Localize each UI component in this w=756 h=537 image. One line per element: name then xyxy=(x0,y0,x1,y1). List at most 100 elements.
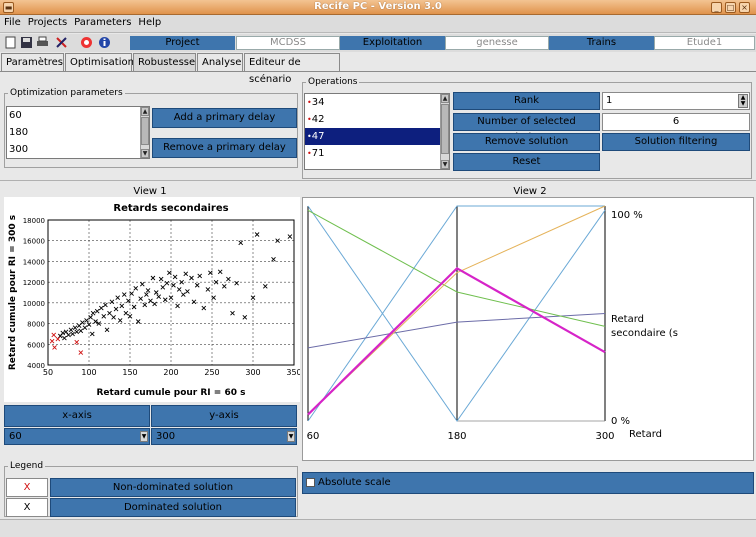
list-item[interactable]: 180 xyxy=(7,124,149,141)
non-dominated-point[interactable] xyxy=(74,339,80,345)
dominated-point[interactable] xyxy=(90,310,96,316)
dominated-point[interactable] xyxy=(115,295,121,300)
tab-robustesse[interactable]: Robustesse xyxy=(133,53,196,71)
exploitation-field[interactable]: genesse xyxy=(445,36,549,50)
print-icon[interactable] xyxy=(36,36,49,49)
dominated-point[interactable] xyxy=(144,292,149,297)
remove-solution-button[interactable]: Remove solution xyxy=(453,133,600,151)
dominated-point[interactable] xyxy=(138,296,143,302)
tab-parametres[interactable]: Paramètres xyxy=(1,53,64,71)
dominated-point[interactable] xyxy=(226,276,231,282)
dominated-point[interactable] xyxy=(217,269,223,275)
tab-editeur-scenario[interactable]: Editeur de scénario xyxy=(244,53,340,85)
absolute-scale-bar[interactable]: Absolute scale xyxy=(302,472,754,494)
dominated-point[interactable] xyxy=(230,310,235,316)
dominated-point[interactable] xyxy=(72,325,78,331)
dominated-point[interactable] xyxy=(86,322,92,327)
dominated-point[interactable] xyxy=(109,299,115,305)
operation-item[interactable]: •42 xyxy=(305,111,449,128)
parallel-coordinates-plot[interactable]: 60 180 300 100 % 0 % Retard secondaire (s Retar… xyxy=(303,198,753,460)
dominated-point[interactable] xyxy=(160,285,166,290)
dominated-point[interactable] xyxy=(133,286,139,291)
dominated-point[interactable] xyxy=(221,283,227,289)
dominated-point[interactable] xyxy=(152,301,157,307)
dominated-point[interactable] xyxy=(176,287,182,292)
menu-projects[interactable]: Projects xyxy=(24,15,70,28)
dominated-point[interactable] xyxy=(183,271,189,277)
dominated-point[interactable] xyxy=(201,305,207,311)
dominated-point[interactable] xyxy=(111,315,116,320)
dominated-point[interactable] xyxy=(103,302,108,308)
dominated-point[interactable] xyxy=(139,281,145,287)
dominated-point[interactable] xyxy=(175,303,180,309)
scatter-plot[interactable]: Retards secondaires50 100 150 200 250 300 3504… xyxy=(4,197,302,402)
non-dominated-point[interactable] xyxy=(52,345,57,350)
save-icon[interactable] xyxy=(20,36,33,49)
scroll-thumb[interactable] xyxy=(441,104,449,154)
non-dominated-point[interactable] xyxy=(78,350,84,355)
tab-optimisation[interactable]: Optimisation xyxy=(65,53,134,71)
dominated-point[interactable] xyxy=(145,288,151,293)
cut-icon[interactable] xyxy=(55,36,68,49)
operation-item-selected[interactable]: •47 xyxy=(305,128,449,145)
add-primary-delay-button[interactable]: Add a primary delay xyxy=(152,108,297,128)
dominated-point[interactable] xyxy=(101,314,107,319)
reset-button[interactable]: Reset xyxy=(453,153,600,171)
solution-filtering-button[interactable]: Solution filtering xyxy=(602,133,750,151)
menu-help[interactable]: Help xyxy=(134,15,164,28)
primary-delay-scrollbar[interactable]: ▲ ▼ xyxy=(140,107,149,158)
dominated-point[interactable] xyxy=(197,273,203,279)
dominated-point[interactable] xyxy=(84,318,89,323)
dominated-point[interactable] xyxy=(164,280,170,286)
minimize-icon[interactable]: _ xyxy=(711,2,722,13)
maximize-icon[interactable]: □ xyxy=(725,2,736,13)
menu-file[interactable]: File xyxy=(0,15,24,28)
dominated-point[interactable] xyxy=(62,335,67,341)
dominated-point[interactable] xyxy=(148,298,153,304)
list-item[interactable]: 300 xyxy=(7,141,149,158)
dominated-point[interactable] xyxy=(57,333,63,339)
x-axis-select[interactable]: 60 ▼ xyxy=(4,428,150,445)
menu-parameters[interactable]: Parameters xyxy=(70,15,134,28)
dominated-point[interactable] xyxy=(162,297,168,303)
operation-item[interactable]: •71 xyxy=(305,145,449,162)
dominated-point[interactable] xyxy=(191,299,197,305)
project-field[interactable]: MCDSS xyxy=(236,36,340,50)
dominated-point[interactable] xyxy=(94,308,100,314)
dominated-point[interactable] xyxy=(89,331,95,337)
dominated-point[interactable] xyxy=(238,240,244,246)
dominated-point[interactable] xyxy=(63,329,69,335)
dominated-point[interactable] xyxy=(254,232,260,237)
spinner-arrows-icon[interactable]: ▲ ▼ xyxy=(738,94,748,108)
dominated-point[interactable] xyxy=(117,318,123,323)
dominated-point[interactable] xyxy=(68,327,74,333)
dominated-point[interactable] xyxy=(271,257,276,262)
dominated-point[interactable] xyxy=(180,292,186,297)
dominated-point[interactable] xyxy=(119,303,125,309)
dominated-point[interactable] xyxy=(142,302,148,308)
scroll-up-icon[interactable]: ▲ xyxy=(441,94,449,103)
rank-spinner[interactable]: 1 ▲ ▼ xyxy=(602,92,750,110)
help-lifebuoy-icon[interactable] xyxy=(80,36,93,49)
absolute-scale-checkbox[interactable] xyxy=(306,478,315,487)
dominated-point[interactable] xyxy=(121,292,127,297)
dominated-point[interactable] xyxy=(135,319,141,324)
dominated-point[interactable] xyxy=(82,325,88,331)
dominated-point[interactable] xyxy=(287,234,293,239)
scroll-down-icon[interactable]: ▼ xyxy=(441,160,449,169)
dominated-point[interactable] xyxy=(205,287,211,292)
dominated-point[interactable] xyxy=(78,328,84,334)
close-icon[interactable]: × xyxy=(739,2,750,13)
dominated-point[interactable] xyxy=(171,282,176,288)
dominated-point[interactable] xyxy=(194,282,200,288)
dominated-point[interactable] xyxy=(98,305,104,311)
operations-list[interactable]: •34 •42 •47 •71 ▲ ▼ xyxy=(304,93,450,170)
y-axis-select[interactable]: 300 ▼ xyxy=(151,428,297,445)
dominated-point[interactable] xyxy=(66,332,71,338)
dominated-point[interactable] xyxy=(107,310,112,316)
dominated-point[interactable] xyxy=(70,331,75,337)
dominated-point[interactable] xyxy=(150,275,156,281)
tab-analyse[interactable]: Analyse xyxy=(197,53,243,71)
dominated-point[interactable] xyxy=(131,304,137,310)
non-dominated-point[interactable] xyxy=(51,332,57,338)
